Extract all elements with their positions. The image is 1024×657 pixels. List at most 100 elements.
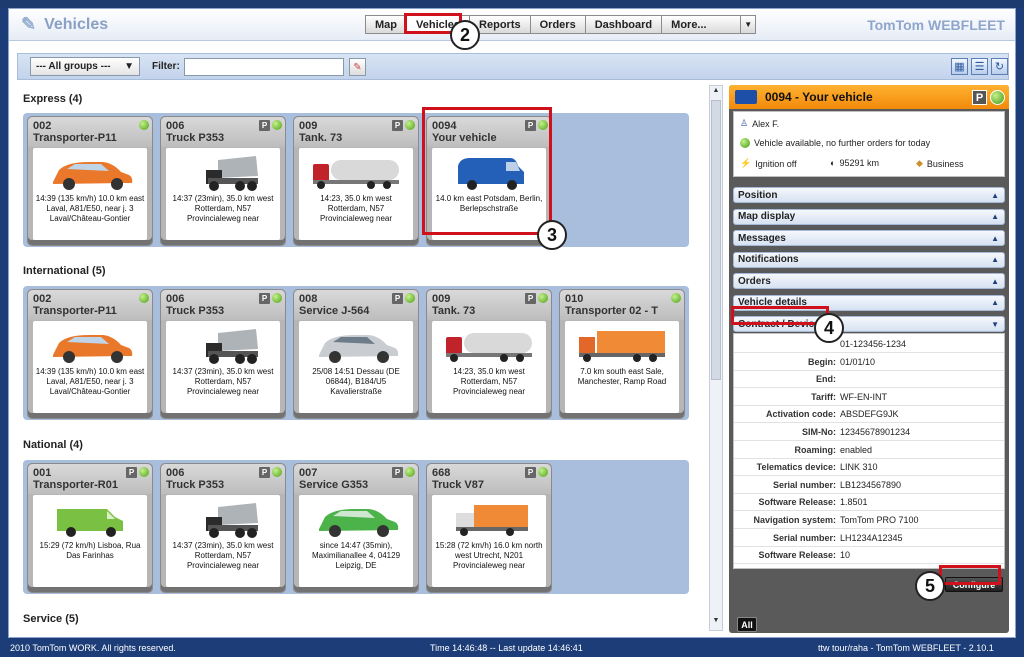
vehicle-card[interactable]: 009 Tank. 73 P 14:23, 35.0 km west Rotterda…: [293, 116, 419, 246]
contract-key: Navigation system:: [753, 515, 836, 525]
section-notifications[interactable]: Notifications ▲: [733, 251, 1005, 268]
vehicles-section-icon: ✎: [21, 14, 37, 34]
filter-input[interactable]: [184, 58, 344, 76]
usage-row: ◆ Business: [916, 158, 963, 169]
vehicle-location: 14:37 (23min), 35.0 km west Rotterdam, N…: [172, 367, 274, 396]
contract-value: LB1234567890: [840, 479, 902, 490]
card-body: 14:23, 35.0 km west Rotterdam, N57 Provi…: [432, 321, 546, 413]
vehicle-location: 25/08 14:51 Dessau (DE 06844), B184/U5 K…: [312, 367, 400, 396]
detail-header: 0094 - Your vehicle P: [729, 85, 1009, 109]
group-select[interactable]: --- All groups --- ▼: [30, 57, 140, 76]
chevron-up-icon: ▲: [991, 276, 999, 286]
filter-bar: --- All groups --- ▼ Filter: ✎ ▦ ☰ ↻: [17, 53, 1009, 80]
tile-view-icon[interactable]: ▦: [951, 58, 968, 75]
parked-icon: P: [392, 467, 403, 478]
tab-orders[interactable]: Orders: [529, 15, 586, 34]
contract-row: Serial number: LB1234567890: [734, 477, 1004, 494]
card-body: 15:29 (72 km/h) Lisboa, Rua Das Farinhas: [33, 495, 147, 587]
vehicle-name: Truck P353: [166, 479, 225, 491]
callout-2: 2: [450, 20, 480, 50]
highlight-your-vehicle-card: [422, 107, 552, 235]
vehicle-name: Truck P353: [166, 305, 225, 317]
detail-summary: ♙ Alex F. Vehicle available, no further …: [733, 111, 1005, 177]
vehicle-number: 006: [166, 293, 185, 305]
chevron-up-icon: ▲: [991, 233, 999, 243]
status-bar: 2010 TomTom WORK. All rights reserved. T…: [0, 639, 1024, 657]
contract-row: End:: [734, 371, 1004, 389]
section-orders[interactable]: Orders ▲: [733, 273, 1005, 289]
parked-icon: P: [259, 467, 270, 478]
parked-icon: P: [392, 120, 403, 131]
vehicle-card[interactable]: 668 Truck V87 P 15:28 (72 km/h) 16.0 km nor…: [426, 463, 552, 593]
section-position[interactable]: Position ▲: [733, 187, 1005, 203]
contract-row: Activation code: ABSDEFG9JK: [734, 406, 1004, 424]
vehicle-name: Tank. 73: [299, 132, 343, 144]
vehicle-list-scrollbar[interactable]: ▲ ▼: [709, 85, 723, 631]
contract-value: 01/01/10: [840, 356, 876, 367]
tab-dashboard[interactable]: Dashboard: [584, 15, 663, 34]
scroll-down-icon[interactable]: ▼: [711, 617, 721, 629]
vehicle-name: Truck P353: [166, 132, 225, 144]
vehicle-card[interactable]: 008 Service J-564 P 25/08 14:51 Dessau (DE …: [293, 289, 419, 419]
vehicle-card[interactable]: 006 Truck P353 P 14:37 (23min), 35.0 km wes…: [160, 463, 286, 593]
vehicle-number: 010: [565, 293, 584, 305]
card-body: 14:37 (23min), 35.0 km west Rotterdam, N…: [166, 148, 280, 240]
filter-clear-icon[interactable]: ✎: [349, 58, 366, 76]
vehicle-card[interactable]: 009 Tank. 73 P 14:23, 35.0 km west Rotterda…: [426, 289, 552, 419]
status-ok-icon: [272, 293, 282, 303]
vehicle-location: since 14:47 (35min), Maximilianallee 4, …: [311, 541, 401, 570]
status-ok-icon: [671, 293, 681, 303]
driver-name: Alex F.: [752, 118, 780, 129]
scroll-thumb[interactable]: [711, 100, 721, 380]
vehicle-card[interactable]: 001 Transporter-R01 P 15:29 (72 km/h) Lisbo…: [27, 463, 153, 593]
tab-map[interactable]: Map: [365, 15, 407, 34]
group-select-value: --- All groups ---: [36, 61, 111, 72]
usage-text: Business: [926, 158, 964, 169]
scroll-up-icon[interactable]: ▲: [711, 87, 721, 99]
vehicle-card[interactable]: 006 Truck P353 P 14:37 (23min), 35.0 km wes…: [160, 289, 286, 419]
vehicle-detail-panel: 0094 - Your vehicle P ♙ Alex F. Vehicle …: [729, 85, 1009, 633]
parked-icon: P: [392, 293, 403, 304]
vehicle-card[interactable]: 002 Transporter-P11 14:39 (135 km/h) 10.0 …: [27, 289, 153, 419]
section-map-display[interactable]: Map display ▲: [733, 208, 1005, 225]
dump-truck-icon: [178, 501, 268, 539]
vehicle-location: 14:23, 35.0 km west Rotterdam, N57 Provi…: [319, 194, 393, 223]
vehicle-card[interactable]: 006 Truck P353 P 14:37 (23min), 35.0 km wes…: [160, 116, 286, 246]
vehicle-number: 006: [166, 467, 185, 479]
vehicle-card[interactable]: 002 Transporter-P11 14:39 (135 km/h) 10.0 …: [27, 116, 153, 246]
refresh-icon[interactable]: ↻: [991, 58, 1008, 75]
vehicle-card[interactable]: 007 Service G353 Psince 14:47 (35min), Max…: [293, 463, 419, 593]
parked-icon: P: [259, 293, 270, 304]
contract-key: SIM-No:: [802, 427, 836, 437]
callout-3: 3: [537, 220, 567, 250]
car-silver-icon: [311, 327, 401, 365]
vehicle-name: Transporter-P11: [33, 132, 117, 144]
vehicle-card[interactable]: 010 Transporter 02 - T 7.0 km south east S…: [559, 289, 685, 419]
chevron-down-icon: ▼: [124, 61, 134, 72]
more-dropdown-button[interactable]: ▼: [740, 15, 757, 34]
card-body: 14:39 (135 km/h) 10.0 km east Laval, A81…: [33, 321, 147, 413]
list-view-icon[interactable]: ☰: [971, 58, 988, 75]
all-button[interactable]: All: [737, 617, 757, 632]
vehicle-name: Tank. 73: [432, 305, 476, 317]
section-label: Notifications: [738, 254, 799, 265]
title-bar: ✎ Vehicles Map Vehicles Reports Orders D…: [9, 9, 1015, 41]
section-messages[interactable]: Messages ▲: [733, 230, 1005, 246]
tab-more[interactable]: More...: [661, 15, 742, 34]
copyright-text: 2010 TomTom WORK. All rights reserved.: [10, 643, 176, 653]
status-ok-icon: [990, 90, 1005, 105]
section-label: Messages: [738, 232, 786, 244]
card-body: 14:39 (135 km/h) 10.0 km east Laval, A81…: [33, 148, 147, 240]
chevron-up-icon: ▲: [991, 255, 999, 264]
driver-icon: ♙: [740, 118, 749, 128]
contract-key: Telematics device:: [756, 462, 836, 473]
top-strip: [0, 0, 1024, 8]
car-orange-icon: [45, 327, 135, 365]
contract-value: 10: [840, 550, 851, 561]
odometer-row: ◐ 95291 km: [830, 158, 879, 168]
vehicle-number: 006: [166, 120, 185, 132]
contract-row: Roaming: enabled: [734, 442, 1004, 459]
callout-4: 4: [814, 313, 844, 343]
filter-label: Filter:: [152, 61, 180, 72]
ignition-icon: ⚡: [740, 158, 752, 168]
